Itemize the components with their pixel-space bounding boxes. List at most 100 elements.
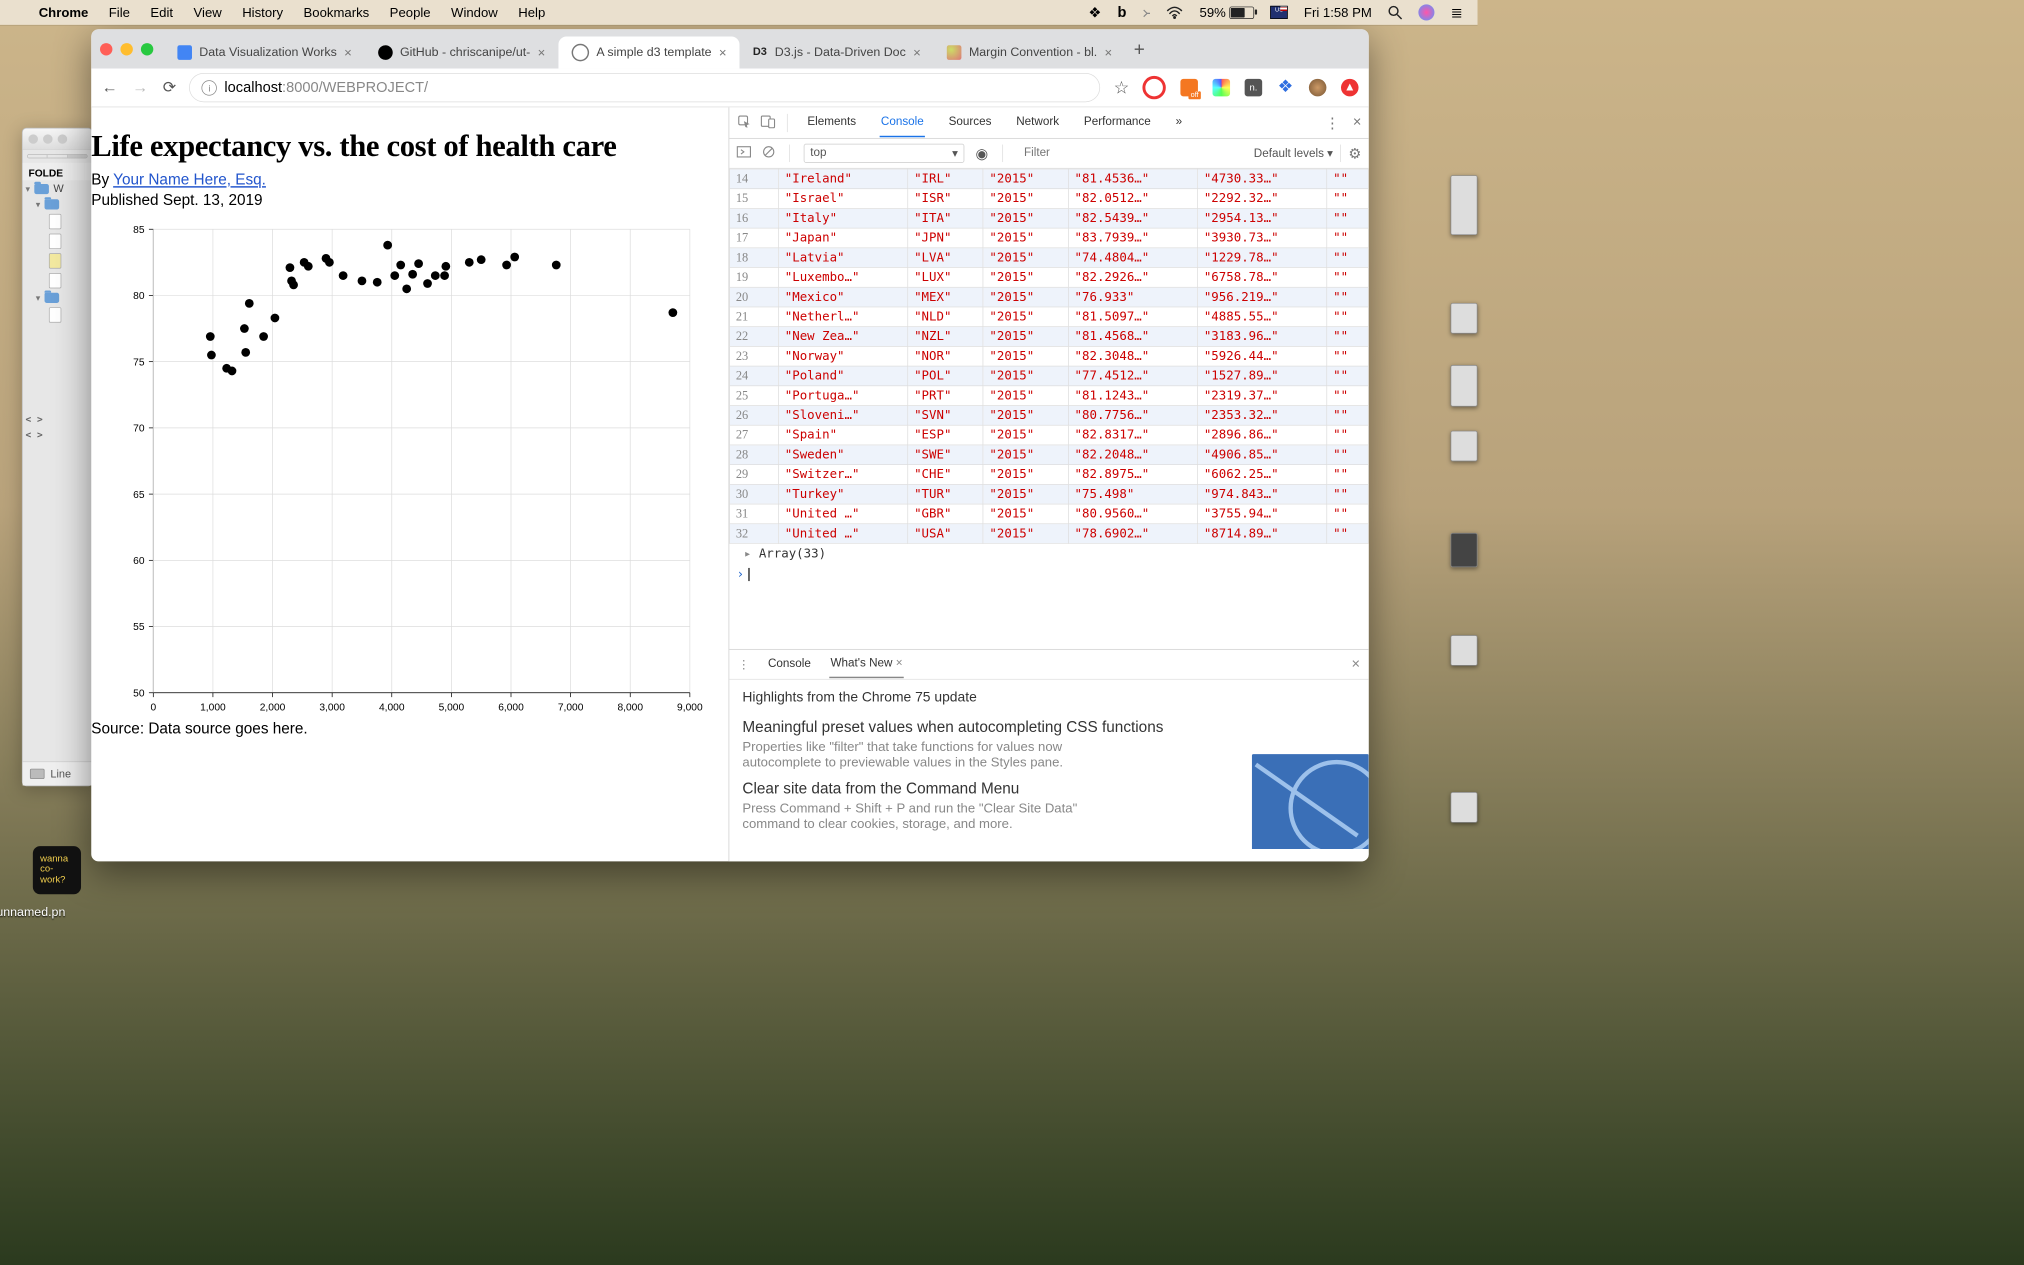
drawer-close-icon[interactable]: × xyxy=(1351,656,1360,673)
device-toolbar-icon[interactable] xyxy=(760,114,776,132)
devtools-tab-elements[interactable]: Elements xyxy=(806,108,858,137)
forward-button[interactable]: → xyxy=(132,78,148,97)
menu-history[interactable]: History xyxy=(242,5,283,20)
devtools-tab-performance[interactable]: Performance xyxy=(1082,108,1152,137)
tab-data-viz[interactable]: Data Visualization Works × xyxy=(164,37,365,69)
console-table[interactable]: 14"Ireland""IRL""2015""81.4536…""4730.33… xyxy=(729,169,1368,544)
close-icon[interactable]: × xyxy=(913,45,921,60)
drawer-menu-icon[interactable]: ⋮ xyxy=(738,657,750,672)
wifi-icon[interactable] xyxy=(1166,6,1184,19)
site-info-icon[interactable]: i xyxy=(202,80,217,95)
notification-center-icon[interactable]: ≣ xyxy=(1451,3,1463,21)
tree-row[interactable]: ▾ xyxy=(23,197,92,212)
console-prompt[interactable]: › xyxy=(729,564,1368,649)
tree-row[interactable]: ▾W xyxy=(23,180,92,197)
spotlight-icon[interactable] xyxy=(1388,5,1403,20)
console-toolbar: top▾ ◉ Default levels ▾ ⚙ xyxy=(729,139,1368,169)
app-b-icon[interactable]: b xyxy=(1117,4,1126,21)
log-levels[interactable]: Default levels ▾ xyxy=(1254,146,1333,161)
tab-github[interactable]: GitHub - chriscanipe/ut- × xyxy=(365,37,559,69)
tab-d3-template[interactable]: A simple d3 template × xyxy=(558,37,739,69)
whatsnew-illustration xyxy=(1252,754,1369,849)
close-icon[interactable]: × xyxy=(896,657,903,669)
menu-file[interactable]: File xyxy=(109,5,130,20)
devtools-panel: Elements Console Sources Network Perform… xyxy=(729,107,1369,861)
author-link[interactable]: Your Name Here, Esq. xyxy=(113,172,266,189)
tab-blocks[interactable]: Margin Convention - bl. × xyxy=(934,37,1125,69)
inspect-element-icon[interactable] xyxy=(737,114,752,132)
close-icon[interactable]: × xyxy=(1105,45,1113,60)
context-selector[interactable]: top▾ xyxy=(804,144,965,163)
input-source-flag[interactable]: US xyxy=(1270,6,1288,19)
console-sidebar-toggle[interactable] xyxy=(737,146,752,161)
close-icon[interactable]: × xyxy=(719,45,727,60)
profile-avatar[interactable] xyxy=(1309,79,1327,97)
back-button[interactable]: ← xyxy=(101,78,117,97)
clock[interactable]: Fri 1:58 PM xyxy=(1304,5,1372,20)
console-filter[interactable] xyxy=(1023,146,1121,161)
window-controls[interactable] xyxy=(100,43,153,55)
desktop-file-label[interactable]: unnamed.pn xyxy=(0,905,65,920)
devtools-tab-console[interactable]: Console xyxy=(879,108,925,137)
tree-row[interactable] xyxy=(23,231,92,251)
reload-button[interactable]: ⟳ xyxy=(163,78,176,97)
siri-icon[interactable] xyxy=(1419,4,1435,20)
adblock-icon[interactable] xyxy=(1142,76,1165,99)
menu-edit[interactable]: Edit xyxy=(150,5,173,20)
svg-text:0: 0 xyxy=(150,702,156,713)
browser-toolbar: ← → ⟳ i localhost:8000/WEBPROJECT/ ☆ off… xyxy=(91,69,1369,108)
desktop-thumbnail[interactable] xyxy=(1451,635,1478,666)
drawer-tab-whatsnew[interactable]: What's New × xyxy=(829,650,904,678)
desktop-thumbnail[interactable] xyxy=(1451,533,1478,567)
desktop-thumbnail[interactable] xyxy=(1451,431,1478,462)
desktop-thumbnail[interactable] xyxy=(1451,175,1478,235)
tab-d3js[interactable]: D3 D3.js - Data-Driven Doc × xyxy=(740,37,934,69)
ext-red-icon[interactable]: ▲ xyxy=(1341,79,1359,97)
svg-text:80: 80 xyxy=(133,291,145,302)
tree-row[interactable]: ▾ xyxy=(23,291,92,306)
devtools-tab-sources[interactable]: Sources xyxy=(947,108,993,137)
devtools-tab-more[interactable]: » xyxy=(1174,108,1183,137)
close-icon[interactable]: × xyxy=(538,45,546,60)
menu-window[interactable]: Window xyxy=(451,5,498,20)
ext-rainbow-icon[interactable] xyxy=(1213,79,1231,97)
tree-row[interactable] xyxy=(23,271,92,291)
scatter-chart: 5055606570758085 01,0002,0003,0004,0005,… xyxy=(91,218,726,714)
menu-people[interactable]: People xyxy=(390,5,431,20)
tree-row[interactable] xyxy=(23,212,92,232)
console-array-summary[interactable]: Array(33) xyxy=(729,544,1368,564)
honey-icon[interactable]: off xyxy=(1180,79,1198,97)
dropbox-icon[interactable]: ❖ xyxy=(1088,3,1101,21)
clear-console-icon[interactable] xyxy=(762,145,775,162)
desktop-thumbnail[interactable] xyxy=(1451,365,1478,407)
chrome-window: Data Visualization Works × GitHub - chri… xyxy=(91,29,1369,861)
close-icon[interactable]: × xyxy=(344,45,352,60)
live-expression-icon[interactable]: ◉ xyxy=(975,144,988,162)
address-bar[interactable]: i localhost:8000/WEBPROJECT/ xyxy=(189,73,1100,102)
bookmark-star-icon[interactable]: ☆ xyxy=(1114,77,1130,98)
devtools-close-icon[interactable]: × xyxy=(1353,114,1362,132)
devtools-tab-network[interactable]: Network xyxy=(1015,108,1061,137)
whatsnew-highlights: Highlights from the Chrome 75 update xyxy=(742,690,1355,706)
tree-row[interactable] xyxy=(23,305,92,325)
desktop-thumbnail[interactable] xyxy=(1451,792,1478,823)
dock-app-icon[interactable]: wanna co-work? xyxy=(33,846,81,894)
menu-view[interactable]: View xyxy=(193,5,221,20)
tree-row[interactable] xyxy=(23,251,92,271)
ext-n-icon[interactable]: n. xyxy=(1245,79,1263,97)
active-app-name[interactable]: Chrome xyxy=(39,5,89,20)
desktop-thumbnail[interactable] xyxy=(1451,303,1478,334)
whatsnew-item-desc: Properties like "filter" that take funct… xyxy=(742,739,1107,770)
drawer-tab-console[interactable]: Console xyxy=(768,658,811,671)
bluetooth-icon[interactable]: ᚛ xyxy=(1142,3,1149,21)
devtools-menu-icon[interactable]: ⋮ xyxy=(1325,114,1340,132)
svg-text:55: 55 xyxy=(133,622,145,633)
extension-icons: off n. ❖ ▲ xyxy=(1142,76,1358,99)
console-settings-icon[interactable]: ⚙ xyxy=(1348,144,1361,162)
new-tab-button[interactable]: + xyxy=(1125,38,1153,61)
menu-help[interactable]: Help xyxy=(518,5,545,20)
dropbox-ext-icon[interactable]: ❖ xyxy=(1277,79,1295,97)
menu-bookmarks[interactable]: Bookmarks xyxy=(304,5,370,20)
battery-status[interactable]: 59% xyxy=(1200,5,1255,20)
view-segmented-control[interactable] xyxy=(27,154,88,158)
